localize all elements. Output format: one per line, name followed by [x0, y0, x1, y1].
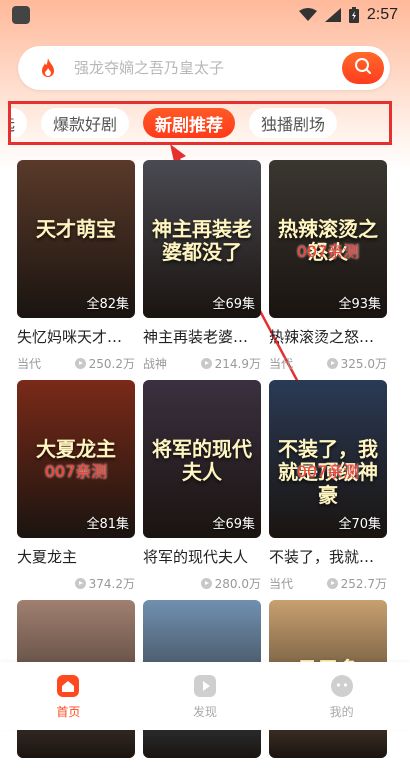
tabbar-item-1[interactable]: 发现 — [165, 673, 245, 720]
tabbar-item-2[interactable]: 我的 — [302, 673, 382, 720]
view-count-value: 250.2万 — [88, 357, 135, 371]
watermark-text: 007亲测 — [296, 462, 360, 481]
app-notification-icon — [12, 6, 30, 24]
drama-poster[interactable]: 神主再装老婆都没了 全69集 — [143, 160, 261, 318]
search-input[interactable] — [72, 58, 342, 78]
drama-poster[interactable]: 大夏龙主 007亲测 全81集 — [17, 380, 135, 538]
status-right: 2:57 — [298, 6, 398, 24]
drama-title[interactable]: 失忆妈咪天才萌宝 — [17, 326, 135, 347]
tab-3[interactable]: 独播剧场 — [249, 108, 338, 138]
tab-2[interactable]: 新剧推荐 — [143, 108, 236, 138]
play-count-icon — [200, 578, 212, 589]
drama-card[interactable]: 大夏龙主 007亲测 全81集 大夏龙主 374.2万 — [17, 380, 135, 592]
tab-1[interactable]: 爆款好剧 — [41, 108, 130, 138]
genre-tag: 战神 — [143, 357, 168, 371]
battery-icon — [348, 7, 359, 23]
drama-meta: 当代 250.2万 — [17, 355, 135, 372]
genre-tag: 当代 — [17, 357, 42, 371]
drama-title[interactable]: 神主再装老婆都… — [143, 326, 261, 347]
view-count: 280.0万 — [200, 575, 261, 592]
view-count: 252.7万 — [326, 575, 387, 592]
play-count-icon — [200, 358, 212, 369]
category-tabs: 精选爆款好剧新剧推荐独播剧场 — [8, 101, 392, 145]
episode-count-badge: 全69集 — [212, 517, 255, 532]
drama-title[interactable]: 将军的现代夫人 — [143, 546, 261, 567]
drama-card[interactable]: 神主再装老婆都没了 全69集 神主再装老婆都… 战神 214.9万 — [143, 160, 261, 372]
watermark-text: 007亲测 — [296, 242, 360, 261]
wifi-icon — [298, 8, 317, 22]
drama-card[interactable]: 将军的现代夫人 全69集 将军的现代夫人 280.0万 — [143, 380, 261, 592]
poster-title: 神主再装老婆都没了 — [152, 217, 252, 264]
drama-poster[interactable]: 不装了，我就是顶级神豪 007亲测 全70集 — [269, 380, 387, 538]
signal-icon — [324, 8, 341, 22]
watermark-text: 007亲测 — [44, 462, 108, 481]
tabbar-label: 首页 — [56, 704, 81, 719]
view-count-value: 252.7万 — [340, 577, 387, 591]
home-icon — [55, 673, 81, 699]
episode-count-badge: 全81集 — [86, 517, 129, 532]
episode-count-badge: 全69集 — [212, 297, 255, 312]
tabbar-item-0[interactable]: 首页 — [28, 673, 108, 720]
drama-meta: 当代 325.0万 — [269, 355, 387, 372]
drama-card[interactable]: 不装了，我就是顶级神豪 007亲测 全70集 不装了，我就是… 当代 252.7… — [269, 380, 387, 592]
tab-0[interactable]: 精选 — [11, 108, 28, 138]
poster-title: 将军的现代夫人 — [152, 437, 252, 484]
view-count-value: 280.0万 — [214, 577, 261, 591]
drama-title[interactable]: 不装了，我就是… — [269, 546, 387, 567]
episode-count-badge: 全70集 — [338, 517, 381, 532]
search-button[interactable] — [342, 52, 384, 84]
view-count-value: 325.0万 — [340, 357, 387, 371]
episode-count-badge: 全93集 — [338, 297, 381, 312]
genre-tag: 当代 — [269, 577, 294, 591]
search-bar[interactable] — [18, 46, 390, 90]
drama-card[interactable]: 天才萌宝 全82集 失忆妈咪天才萌宝 当代 250.2万 — [17, 160, 135, 372]
episode-count-badge: 全82集 — [86, 297, 129, 312]
drama-poster[interactable]: 天才萌宝 全82集 — [17, 160, 135, 318]
drama-title[interactable]: 热辣滚烫之怒火… — [269, 326, 387, 347]
view-count: 214.9万 — [200, 355, 261, 372]
tabs-row: 精选爆款好剧新剧推荐独播剧场 — [11, 108, 338, 138]
drama-meta: 战神 214.9万 — [143, 355, 261, 372]
genre-tag: 当代 — [269, 357, 294, 371]
view-count-value: 374.2万 — [88, 577, 135, 591]
view-count-value: 214.9万 — [214, 357, 261, 371]
play-count-icon — [326, 578, 338, 589]
status-time: 2:57 — [366, 6, 398, 23]
play-count-icon — [74, 358, 86, 369]
play-count-icon — [326, 358, 338, 369]
drama-meta: 当代 252.7万 — [269, 575, 387, 592]
drama-poster[interactable]: 热辣滚烫之怒火 007亲测 全93集 — [269, 160, 387, 318]
profile-icon — [329, 673, 355, 699]
bottom-tab-bar: 首页 发现 我的 — [0, 662, 410, 730]
drama-meta: 374.2万 — [17, 575, 135, 592]
status-bar: 2:57 — [0, 0, 410, 30]
tabbar-label: 发现 — [192, 704, 217, 719]
play-count-icon — [74, 578, 86, 589]
view-count: 374.2万 — [74, 575, 135, 592]
drama-card[interactable]: 热辣滚烫之怒火 007亲测 全93集 热辣滚烫之怒火… 当代 325.0万 — [269, 160, 387, 372]
drama-title[interactable]: 大夏龙主 — [17, 546, 135, 567]
poster-title: 天才萌宝 — [36, 217, 116, 241]
flame-icon — [36, 56, 60, 80]
view-count: 325.0万 — [326, 355, 387, 372]
tabbar-label: 我的 — [329, 704, 354, 719]
search-icon — [354, 57, 372, 79]
play-icon — [192, 673, 218, 699]
view-count: 250.2万 — [74, 355, 135, 372]
drama-poster[interactable]: 将军的现代夫人 全69集 — [143, 380, 261, 538]
drama-meta: 280.0万 — [143, 575, 261, 592]
